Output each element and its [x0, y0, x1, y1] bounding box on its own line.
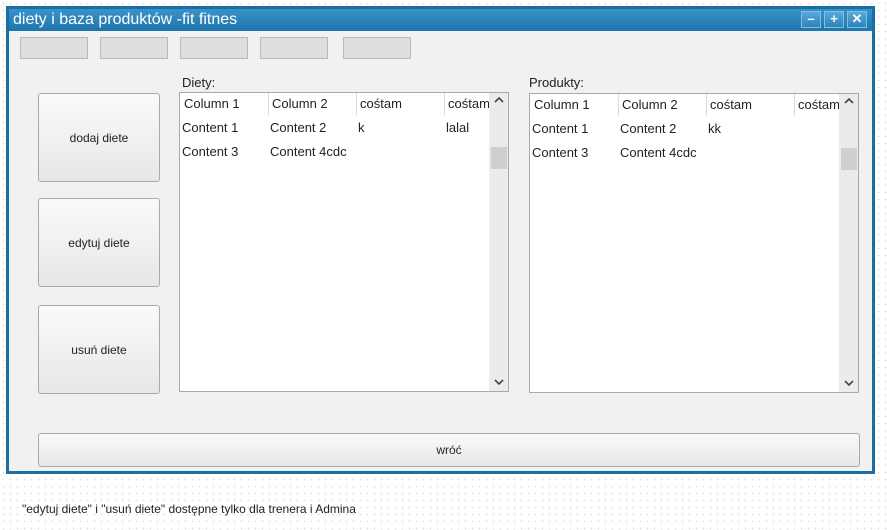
table-cell: Content 1 [532, 121, 589, 136]
column-header[interactable]: cośtam [798, 94, 842, 116]
scroll-down-icon[interactable] [839, 378, 858, 390]
products-table[interactable]: Column 1 Column 2 cośtam cośtam Content … [529, 93, 859, 393]
diets-table[interactable]: Column 1 Column 2 cośtam cośtam Content … [179, 92, 509, 392]
column-header[interactable]: Column 2 [272, 93, 357, 115]
column-header[interactable]: cośtam [360, 93, 445, 115]
scroll-thumb[interactable] [491, 147, 507, 169]
table-row[interactable]: Content 1 Content 2 k lalal [180, 117, 490, 139]
delete-diet-button[interactable]: usuń diete [38, 305, 160, 394]
column-header[interactable]: Column 2 [622, 94, 707, 116]
diets-scrollbar[interactable] [489, 93, 508, 391]
table-row[interactable]: Content 3 Content 4cdc [180, 141, 490, 163]
table-cell: Content 3 [532, 145, 589, 160]
maximize-icon[interactable]: + [824, 11, 844, 28]
table-cell: lalal [446, 120, 470, 135]
add-diet-button[interactable]: dodaj diete [38, 93, 160, 182]
scroll-thumb[interactable] [841, 148, 857, 170]
table-cell: Content 3 [182, 144, 239, 159]
table-header-row: Column 1 Column 2 cośtam cośtam [180, 93, 490, 115]
products-scrollbar[interactable] [839, 94, 858, 392]
back-button[interactable]: wróć [38, 433, 860, 467]
column-header[interactable]: Column 1 [534, 94, 619, 116]
toolbar-tab-5[interactable] [343, 37, 411, 59]
table-cell: Content 1 [182, 120, 239, 135]
toolbar-tab-4[interactable] [260, 37, 328, 59]
toolbar-tab-2[interactable] [100, 37, 168, 59]
minimize-icon[interactable]: – [801, 11, 821, 28]
products-label: Produkty: [529, 75, 584, 90]
column-header[interactable]: cośtam [448, 93, 492, 115]
diets-label: Diety: [182, 75, 216, 90]
table-cell: kk [708, 121, 721, 136]
table-cell: Content 4cdc [270, 144, 347, 159]
column-header[interactable]: Column 1 [184, 93, 269, 115]
table-cell: Content 2 [620, 121, 677, 136]
scroll-up-icon[interactable] [839, 96, 858, 108]
table-header-row: Column 1 Column 2 cośtam cośtam [530, 94, 840, 116]
close-icon[interactable]: ✕ [847, 11, 867, 28]
toolbar-tab-3[interactable] [180, 37, 248, 59]
column-header[interactable]: cośtam [710, 94, 795, 116]
table-row[interactable]: Content 1 Content 2 kk [530, 118, 840, 140]
scroll-up-icon[interactable] [489, 95, 508, 107]
table-cell: Content 4cdc [620, 145, 697, 160]
edit-diet-button[interactable]: edytuj diete [38, 198, 160, 287]
title-bar: diety i baza produktów -fit fitnes – + ✕ [9, 9, 872, 31]
table-cell: Content 2 [270, 120, 327, 135]
permissions-note: "edytuj diete" i "usuń diete" dostępne t… [22, 502, 356, 516]
window-title: diety i baza produktów -fit fitnes [13, 11, 238, 28]
table-cell: k [358, 120, 365, 135]
scroll-down-icon[interactable] [489, 377, 508, 389]
table-row[interactable]: Content 3 Content 4cdc [530, 142, 840, 164]
app-window: diety i baza produktów -fit fitnes – + ✕… [6, 6, 875, 474]
toolbar-tab-1[interactable] [20, 37, 88, 59]
